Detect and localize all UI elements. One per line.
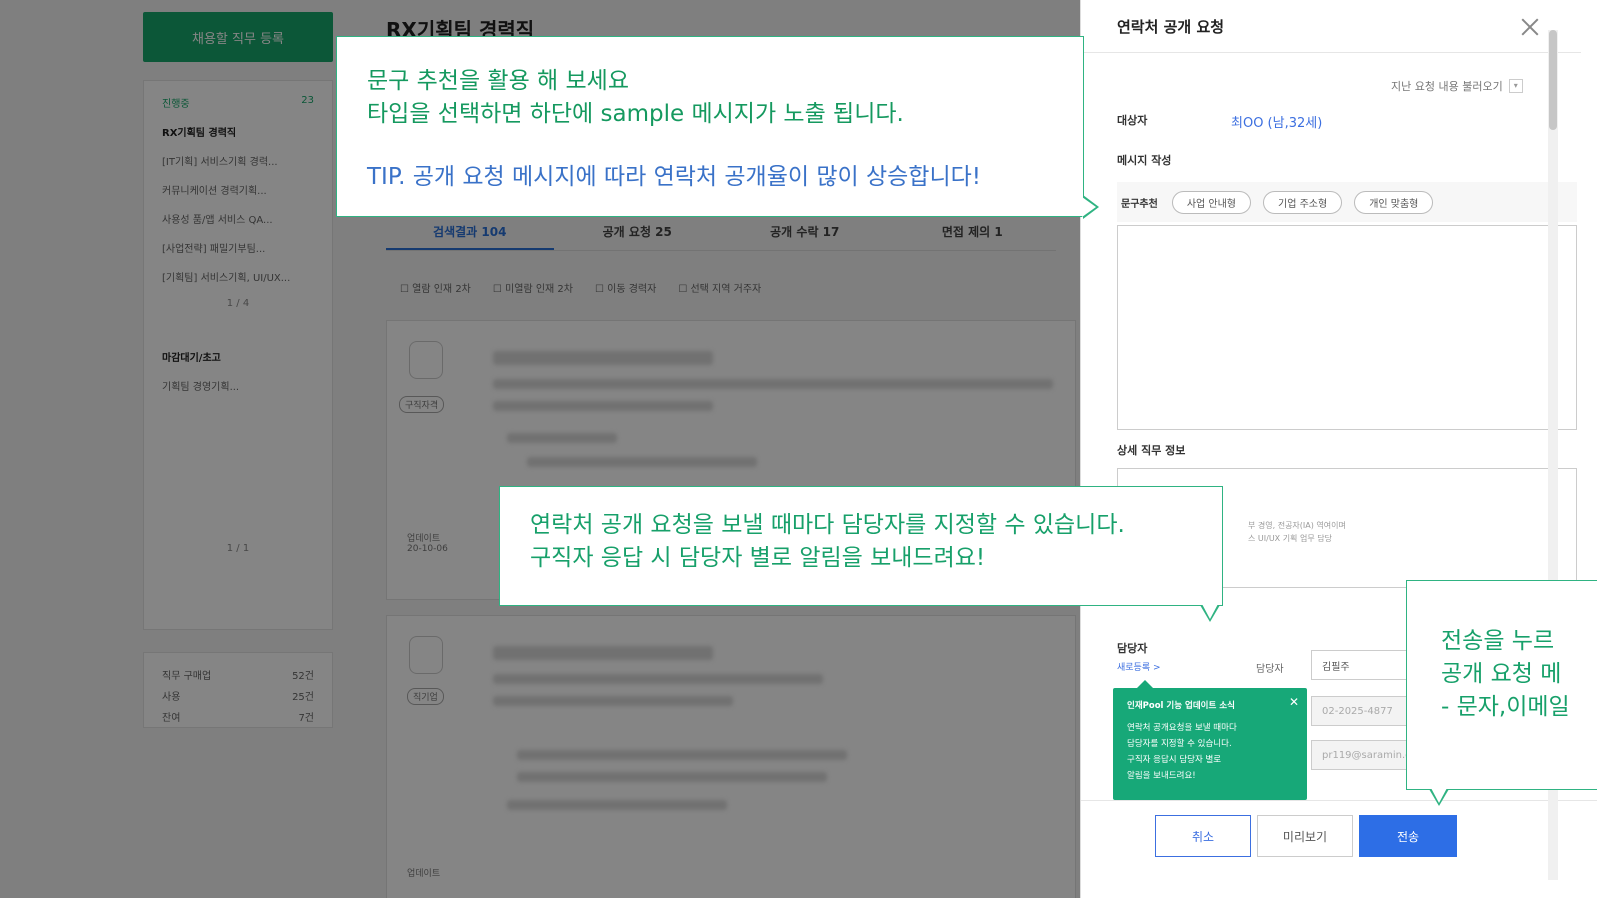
detail-line: 부 경영, 전공자(IA) 역여이며 bbox=[1248, 521, 1346, 530]
callout-tip: TIP. 공개 요청 메시지에 따라 연락처 공개율이 많이 상승합니다! bbox=[367, 164, 981, 190]
phrase-chips: 문구추천 사업 안내형 기업 주소형 개인 맞춤형 bbox=[1117, 182, 1577, 222]
tooltip-line: 담당자를 지정할 수 있습니다. bbox=[1127, 739, 1232, 749]
divider bbox=[1081, 52, 1581, 53]
detail-line: 스 UI/UX 기획 업무 담당 bbox=[1248, 534, 1332, 543]
preview-button[interactable]: 미리보기 bbox=[1257, 815, 1353, 857]
tooltip-line: 연락처 공개요청을 보낼 때마다 bbox=[1127, 723, 1237, 733]
callout-line: 연락처 공개 요청을 보낼 때마다 담당자를 지정할 수 있습니다. bbox=[530, 512, 1125, 538]
target-label: 대상자 bbox=[1117, 114, 1148, 127]
modal-title: 연락처 공개 요청 bbox=[1117, 18, 1225, 36]
callout-pointer-fill bbox=[1082, 197, 1096, 217]
close-icon[interactable]: ✕ bbox=[1289, 694, 1299, 710]
detail-text: 부 경영, 전공자(IA) 역여이며 스 UI/UX 기획 업무 담당 bbox=[1248, 519, 1346, 545]
divider bbox=[1081, 800, 1597, 801]
send-button[interactable]: 전송 bbox=[1359, 815, 1457, 857]
cancel-button[interactable]: 취소 bbox=[1155, 815, 1251, 857]
target-value: 최OO (남,32세) bbox=[1231, 116, 1323, 131]
message-label: 메시지 작성 bbox=[1117, 154, 1172, 167]
tooltip-head: 인재Pool 기능 업데이트 소식 bbox=[1127, 701, 1235, 711]
manager-add-link[interactable]: 새로등록 > bbox=[1117, 660, 1161, 673]
chip-business[interactable]: 사업 안내형 bbox=[1171, 190, 1251, 214]
callout-send-tip: 전송을 누르 공개 요청 메 - 문자,이메일 bbox=[1406, 580, 1597, 806]
detail-label: 상세 직무 정보 bbox=[1117, 444, 1186, 457]
tooltip-line: 알림을 보내드려요! bbox=[1127, 771, 1196, 781]
callout-line: 공개 요청 메 bbox=[1441, 661, 1562, 687]
callout-line: 구직자 응답 시 담당자 별로 알림을 보내드려요! bbox=[530, 545, 986, 571]
chip-company[interactable]: 기업 주소형 bbox=[1263, 190, 1343, 214]
callout-line: 타입을 선택하면 하단에 sample 메시지가 노출 됩니다. bbox=[367, 101, 904, 127]
load-previous-dropdown[interactable]: 지난 요청 내용 불러오기 ▾ bbox=[1391, 78, 1523, 94]
message-textarea[interactable] bbox=[1117, 225, 1577, 430]
phrase-label: 문구추천 bbox=[1121, 198, 1158, 210]
callout-clip: 전송을 누르 공개 요청 메 - 문자,이메일 bbox=[1441, 625, 1597, 724]
manager-row-label: 담당자 bbox=[1256, 664, 1284, 675]
callout-line: 문구 추천을 활용 해 보세요 bbox=[367, 68, 630, 94]
tooltip-line: 구직자 응답시 담당자 별로 bbox=[1127, 755, 1222, 765]
chevron-down-icon: ▾ bbox=[1508, 79, 1523, 93]
close-icon[interactable] bbox=[1517, 14, 1543, 40]
callout-line: 전송을 누르 bbox=[1441, 628, 1555, 654]
scrollbar-thumb[interactable] bbox=[1549, 30, 1557, 130]
update-tooltip: ✕ 인재Pool 기능 업데이트 소식 연락처 공개요청을 보낼 때마다 담당자… bbox=[1113, 680, 1307, 800]
manager-label: 담당자 bbox=[1117, 642, 1148, 655]
callout-phrase-tip: 문구 추천을 활용 해 보세요 타입을 선택하면 하단에 sample 메시지가… bbox=[336, 36, 1099, 219]
callout-line: - 문자,이메일 bbox=[1441, 694, 1570, 720]
callout-manager-tip: 연락처 공개 요청을 보낼 때마다 담당자를 지정할 수 있습니다. 구직자 응… bbox=[499, 486, 1223, 622]
callout-pointer-fill bbox=[1431, 788, 1447, 803]
chip-personal[interactable]: 개인 맞춤형 bbox=[1354, 190, 1434, 214]
load-previous-label: 지난 요청 내용 불러오기 bbox=[1391, 80, 1503, 93]
callout-pointer-fill bbox=[1202, 604, 1218, 619]
